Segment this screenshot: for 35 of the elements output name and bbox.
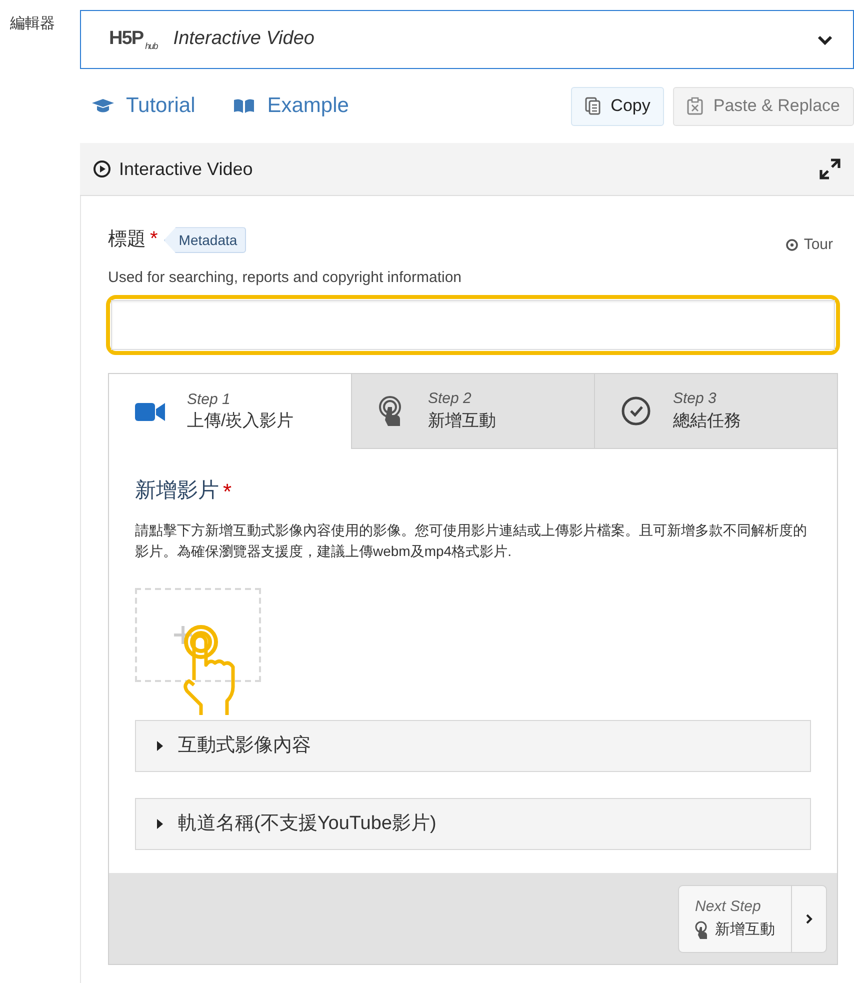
panel-title: Interactive Video xyxy=(119,158,254,180)
required-mark: * xyxy=(223,478,232,506)
caret-icon xyxy=(156,741,164,751)
collapsible-group[interactable]: 軌道名稱(不支援YouTube影片) xyxy=(135,798,811,850)
next-step-button[interactable]: Next Step 新增互動 xyxy=(678,884,827,952)
check-circle-icon xyxy=(621,396,651,426)
graduation-cap-icon xyxy=(92,98,114,114)
copy-icon xyxy=(584,97,601,115)
clipboard-button[interactable]: Copy xyxy=(570,86,664,126)
step-tab[interactable]: Step 2 新增互動 xyxy=(351,374,594,449)
metadata-button[interactable]: Metadata xyxy=(164,227,246,254)
play-circle-icon xyxy=(93,160,111,178)
chevron-down-icon xyxy=(817,34,833,44)
expand-icon xyxy=(819,158,841,180)
section-heading: 新增影片 xyxy=(135,478,219,504)
chevron-right-icon xyxy=(805,912,813,924)
help-link[interactable]: Tutorial xyxy=(92,90,196,122)
content-type-title: Interactive Video xyxy=(173,27,316,52)
clipboard-icon xyxy=(687,97,704,115)
tour-button[interactable]: Tour xyxy=(786,234,833,256)
collapsible-group[interactable]: 互動式影像內容 xyxy=(135,720,811,772)
add-video-button[interactable] xyxy=(135,588,261,682)
touch-icon xyxy=(695,920,709,939)
title-label: 標題 xyxy=(108,228,146,252)
compass-icon xyxy=(786,239,798,252)
video-camera-icon xyxy=(135,402,165,422)
plus-icon xyxy=(174,626,192,644)
field-description: Used for searching, reports and copyright information xyxy=(108,268,463,288)
open-book-icon xyxy=(233,98,256,114)
field-label: 編輯器 xyxy=(10,15,55,32)
step-tab[interactable]: Step 3 總結任務 xyxy=(594,374,837,449)
required-mark: * xyxy=(150,227,158,252)
help-link[interactable]: Example xyxy=(233,90,349,122)
section-description: 請點擊下方新增互動式影像內容使用的影像。您可使用影片連結或上傳影片檔案。且可新增多款不同解析度的影片。為確保瀏覽器支援度，建議上傳webm及mp4格式影片. xyxy=(135,521,808,561)
caret-icon xyxy=(156,819,164,829)
